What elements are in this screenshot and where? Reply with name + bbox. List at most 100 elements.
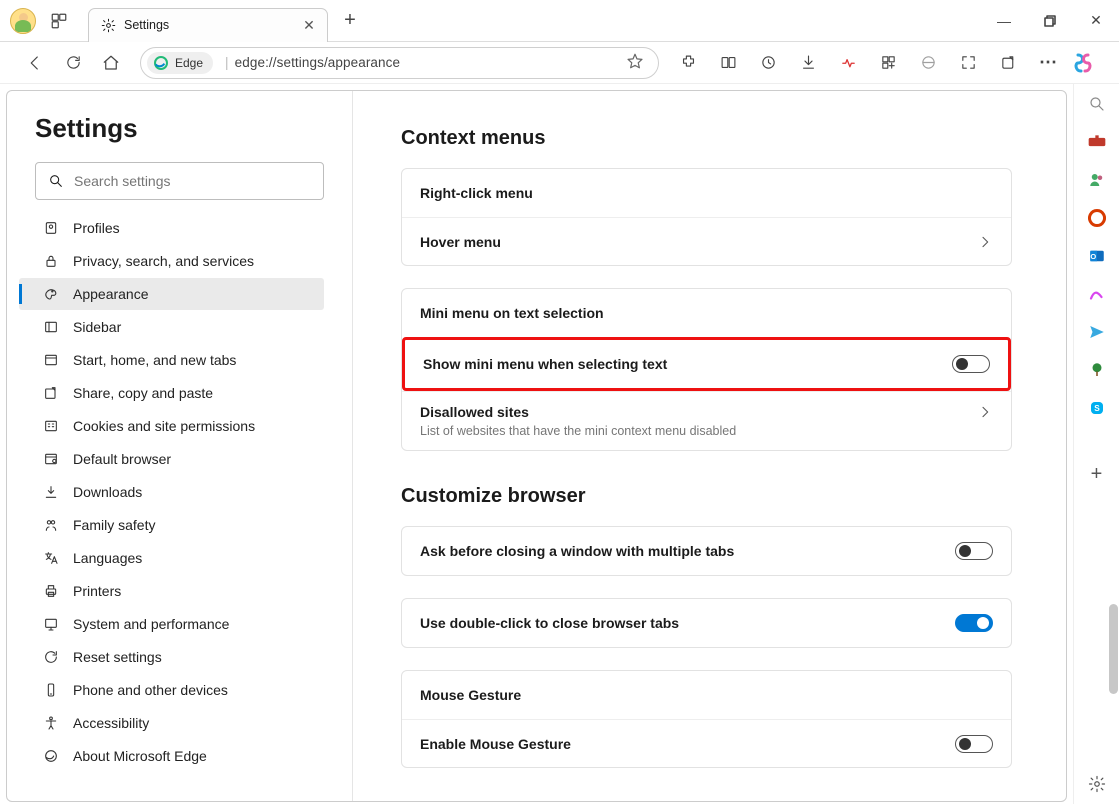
dbl-click-toggle[interactable] [955, 614, 993, 632]
window-restore-button[interactable] [1027, 0, 1073, 42]
rail-search-icon[interactable] [1083, 90, 1111, 118]
sidebar-item-label: Start, home, and new tabs [73, 352, 236, 368]
dbl-click-card: Use double-click to close browser tabs [401, 598, 1012, 648]
health-icon[interactable] [831, 46, 865, 80]
rail-send-icon[interactable] [1083, 318, 1111, 346]
mini-menu-card: Mini menu on text selection Show mini me… [401, 288, 1012, 451]
sidebar-item-appearance[interactable]: Appearance [19, 278, 324, 310]
sidebar-item-download[interactable]: Downloads [19, 476, 324, 508]
sidebar-item-label: Family safety [73, 517, 155, 533]
sidebar-item-label: Phone and other devices [73, 682, 228, 698]
show-mini-menu-row: Show mini menu when selecting text [405, 340, 1008, 388]
cookies-icon [43, 418, 59, 434]
tab-close-button[interactable]: ✕ [299, 15, 319, 35]
site-identity-label: Edge [175, 56, 203, 70]
sidebar-item-sidebar[interactable]: Sidebar [19, 311, 324, 343]
copilot-icon[interactable] [1071, 51, 1105, 75]
workspaces-icon[interactable] [44, 6, 74, 36]
family-icon [43, 517, 59, 533]
edge-logo-icon [153, 55, 169, 71]
extensions-icon[interactable] [671, 46, 705, 80]
refresh-button[interactable] [56, 46, 90, 80]
settings-search-input[interactable] [74, 173, 311, 189]
sidebar-item-printer[interactable]: Printers [19, 575, 324, 607]
edge-side-rail: O S + [1073, 84, 1119, 804]
context-menus-heading: Context menus [401, 127, 1012, 150]
sidebar-item-label: Privacy, search, and services [73, 253, 254, 269]
split-screen-icon[interactable] [711, 46, 745, 80]
share-icon[interactable] [991, 46, 1025, 80]
enable-gesture-row: Enable Mouse Gesture [402, 719, 1011, 767]
url-text: |edge://settings/appearance [219, 55, 400, 70]
site-identity-chip[interactable]: Edge [147, 52, 213, 74]
sidebar-item-lang[interactable]: Languages [19, 542, 324, 574]
more-menu-button[interactable]: ⋯ [1031, 46, 1065, 80]
sidebar-item-cookies[interactable]: Cookies and site permissions [19, 410, 324, 442]
sidebar-item-system[interactable]: System and performance [19, 608, 324, 640]
back-button[interactable] [18, 46, 52, 80]
tab-title: Settings [124, 18, 291, 32]
rail-settings-icon[interactable] [1083, 770, 1111, 798]
sidebar-item-browser[interactable]: Default browser [19, 443, 324, 475]
sidebar-item-family[interactable]: Family safety [19, 509, 324, 541]
sidebar-item-label: Profiles [73, 220, 120, 236]
new-tab-button[interactable]: + [334, 5, 366, 37]
sidebar-item-phone[interactable]: Phone and other devices [19, 674, 324, 706]
screenshot-icon[interactable] [951, 46, 985, 80]
rail-office-icon[interactable] [1083, 204, 1111, 232]
rail-designer-icon[interactable] [1083, 280, 1111, 308]
customize-browser-heading: Customize browser [401, 485, 1012, 508]
rail-add-button[interactable]: + [1083, 460, 1111, 488]
sidebar-icon [43, 319, 59, 335]
context-menus-card: Right-click menu Hover menu [401, 168, 1012, 266]
profile-avatar[interactable] [10, 8, 36, 34]
sidebar-item-edge[interactable]: About Microsoft Edge [19, 740, 324, 772]
sidebar-item-label: Default browser [73, 451, 171, 467]
sidebar-item-a11y[interactable]: Accessibility [19, 707, 324, 739]
rail-tree-icon[interactable] [1083, 356, 1111, 384]
downloads-icon[interactable] [791, 46, 825, 80]
profile-icon [43, 220, 59, 236]
sidebar-item-label: Reset settings [73, 649, 162, 665]
address-bar[interactable]: Edge |edge://settings/appearance [140, 47, 659, 79]
favorite-star-icon[interactable] [626, 52, 648, 74]
start-icon [43, 352, 59, 368]
rail-skype-icon[interactable]: S [1083, 394, 1111, 422]
rail-outlook-icon[interactable]: O [1083, 242, 1111, 270]
disallowed-sites-desc: List of websites that have the mini cont… [420, 424, 736, 438]
history-icon[interactable] [751, 46, 785, 80]
sidebar-item-label: Cookies and site permissions [73, 418, 255, 434]
rail-scrollbar-thumb[interactable] [1109, 604, 1118, 694]
sidebar-item-label: Printers [73, 583, 121, 599]
appearance-icon [43, 286, 59, 302]
sidebar-item-start[interactable]: Start, home, and new tabs [19, 344, 324, 376]
disallowed-sites-row[interactable]: Disallowed sites List of websites that h… [402, 391, 1011, 450]
mouse-gesture-header-row: Mouse Gesture [402, 671, 1011, 719]
chevron-right-icon [977, 404, 993, 420]
right-click-menu-row[interactable]: Right-click menu [402, 169, 1011, 217]
window-close-button[interactable]: ✕ [1073, 0, 1119, 42]
browser-tab[interactable]: Settings ✕ [88, 8, 328, 42]
ask-close-toggle[interactable] [955, 542, 993, 560]
edge-icon [43, 748, 59, 764]
settings-sidebar: Settings ProfilesPrivacy, search, and se… [7, 91, 353, 801]
sidebar-item-lock[interactable]: Privacy, search, and services [19, 245, 324, 277]
rail-tools-icon[interactable] [1083, 128, 1111, 156]
enable-gesture-toggle[interactable] [955, 735, 993, 753]
sidebar-item-reset[interactable]: Reset settings [19, 641, 324, 673]
show-mini-menu-toggle[interactable] [952, 355, 990, 373]
browser-icon [43, 451, 59, 467]
settings-search[interactable] [35, 162, 324, 200]
apps-icon[interactable] [871, 46, 905, 80]
ie-mode-icon[interactable] [911, 46, 945, 80]
sidebar-item-label: Accessibility [73, 715, 149, 731]
sidebar-item-profile[interactable]: Profiles [19, 212, 324, 244]
sidebar-item-share[interactable]: Share, copy and paste [19, 377, 324, 409]
svg-text:O: O [1090, 252, 1096, 261]
sidebar-item-label: Languages [73, 550, 142, 566]
rail-people-icon[interactable] [1083, 166, 1111, 194]
ask-close-row: Ask before closing a window with multipl… [402, 527, 1011, 575]
hover-menu-row[interactable]: Hover menu [402, 217, 1011, 265]
window-minimize-button[interactable]: — [981, 0, 1027, 42]
home-button[interactable] [94, 46, 128, 80]
